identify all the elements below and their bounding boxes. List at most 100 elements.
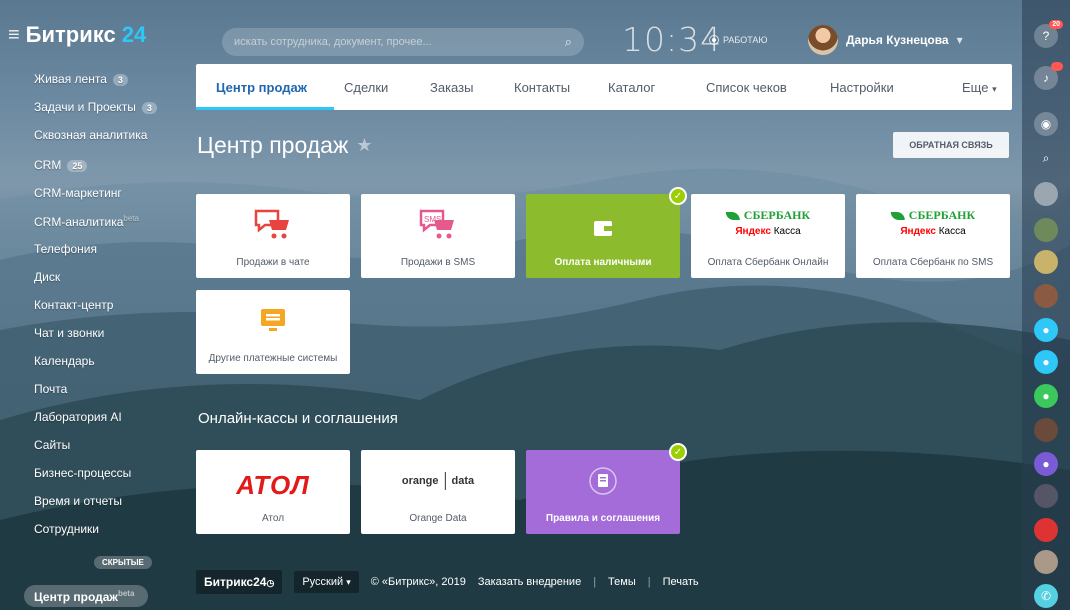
- monitor-icon: [261, 309, 285, 331]
- tab-receipts[interactable]: Список чеков: [706, 80, 787, 95]
- avatar[interactable]: [1034, 418, 1058, 442]
- sidebar-item-contact-center[interactable]: Контакт-центр: [34, 298, 113, 312]
- tile-sber-online[interactable]: СБЕРБАНК Яндекс Касса Оплата Сбербанк Он…: [691, 194, 845, 278]
- sidebar-item-sales-center[interactable]: Центр продажbeta: [24, 585, 148, 607]
- user-icon[interactable]: ●: [1034, 452, 1058, 476]
- top-tabs: Центр продаж Сделки Заказы Контакты Ката…: [196, 64, 1012, 110]
- sidebar-item-crm-marketing[interactable]: CRM-маркетинг: [34, 186, 122, 200]
- sidebar-item-employees[interactable]: Сотрудники: [34, 522, 99, 536]
- tile-other-payments[interactable]: Другие платежные системы: [196, 290, 350, 374]
- logo[interactable]: ≡ Битрикс 24: [8, 22, 146, 48]
- menu-icon[interactable]: ≡: [8, 24, 20, 47]
- tab-catalog[interactable]: Каталог: [608, 80, 655, 95]
- page-title: Центр продаж ★: [197, 132, 373, 159]
- avatar[interactable]: [1034, 518, 1058, 542]
- sidebar-item-telephony[interactable]: Телефония: [34, 242, 97, 256]
- tile-cash-payment[interactable]: Оплата наличными ✓: [526, 187, 687, 278]
- chat-icon[interactable]: ◉: [1034, 112, 1058, 136]
- tab-more[interactable]: Еще ▾: [962, 80, 997, 95]
- yandex-logo-text: Яндекс: [735, 226, 771, 237]
- language-label: Русский: [302, 576, 344, 588]
- sberbank-logo: СБЕРБАНК Яндекс Касса: [890, 208, 975, 237]
- avatar[interactable]: [1034, 284, 1058, 308]
- sidebar-item-disk[interactable]: Диск: [34, 270, 60, 284]
- footer-brand[interactable]: Битрикс24◷: [196, 570, 283, 594]
- user-icon[interactable]: ●: [1034, 350, 1058, 374]
- tab-sales-center[interactable]: Центр продаж: [216, 80, 307, 95]
- sber-logo-text: СБЕРБАНК: [743, 208, 811, 222]
- user-icon[interactable]: ●: [1034, 384, 1058, 408]
- sidebar-item-mail[interactable]: Почта: [34, 382, 67, 396]
- themes-link[interactable]: Темы: [608, 576, 636, 588]
- star-icon[interactable]: ★: [356, 135, 372, 156]
- sidebar-item-crm[interactable]: CRM 25: [34, 158, 88, 172]
- tile-atol[interactable]: АТОЛ Атол: [196, 450, 350, 534]
- help-icon[interactable]: ? 20: [1034, 20, 1063, 48]
- copyright: © «Битрикс», 2019: [370, 576, 466, 588]
- sidebar-item-ai-lab[interactable]: Лаборатория AI: [34, 410, 122, 424]
- clock-icon: ◷: [266, 578, 275, 588]
- phone-icon[interactable]: ✆: [1034, 584, 1058, 608]
- active-tab-indicator: [196, 107, 334, 110]
- checkmark-icon: ✓: [669, 443, 687, 461]
- feedback-button[interactable]: ОБРАТНАЯ СВЯЗЬ: [893, 132, 1009, 158]
- logo-number: 24: [121, 22, 147, 47]
- tile-sms-sales[interactable]: SMS Продажи в SMS: [361, 194, 515, 278]
- language-select[interactable]: Русский ▾: [294, 571, 359, 593]
- tab-orders[interactable]: Заказы: [430, 80, 473, 95]
- sidebar-item-chat[interactable]: Чат и звонки: [34, 326, 104, 340]
- sidebar-item-label: Календарь: [34, 354, 95, 368]
- work-status[interactable]: РАБОТАЮ: [709, 35, 768, 45]
- sidebar-item-feed[interactable]: Живая лента 3: [34, 72, 128, 86]
- sidebar-item-sites[interactable]: Сайты: [34, 438, 70, 452]
- sidebar-item-calendar[interactable]: Календарь: [34, 354, 95, 368]
- avatar[interactable]: [808, 25, 838, 55]
- orange-logo-text: orange: [401, 475, 439, 487]
- search-input[interactable]: искать сотрудника, документ, прочее... ⌕: [222, 28, 584, 56]
- tile-orange-data[interactable]: orange data Orange Data: [361, 450, 515, 534]
- sidebar-item-label: Сотрудники: [34, 522, 99, 536]
- clock: 10:34: [622, 20, 723, 59]
- hidden-items-toggle[interactable]: СКРЫТЫЕ: [94, 556, 152, 569]
- order-implementation-link[interactable]: Заказать внедрение: [478, 576, 581, 588]
- sidebar-item-tasks[interactable]: Задачи и Проекты 3: [34, 100, 157, 114]
- tab-settings[interactable]: Настройки: [830, 80, 894, 95]
- avatar[interactable]: [1034, 550, 1058, 574]
- sidebar-item-analytics[interactable]: Сквозная аналитика: [34, 128, 147, 142]
- sidebar-item-crm-analytics[interactable]: CRM-аналитикаbeta: [34, 214, 139, 229]
- avatar[interactable]: [1034, 250, 1058, 274]
- sidebar-item-label: Время и отчеты: [34, 494, 123, 508]
- sberbank-logo: СБЕРБАНК Яндекс Касса: [725, 208, 811, 237]
- atol-logo: АТОЛ: [236, 470, 310, 500]
- tile-chat-sales[interactable]: Продажи в чате: [196, 194, 350, 278]
- checkmark-icon: ✓: [669, 187, 687, 205]
- search-icon[interactable]: ⌕: [565, 34, 572, 50]
- avatar[interactable]: [1034, 182, 1058, 206]
- tile-sber-sms[interactable]: СБЕРБАНК Яндекс Касса Оплата Сбербанк по…: [856, 194, 1010, 278]
- search-placeholder: искать сотрудника, документ, прочее...: [234, 36, 432, 48]
- tile-label: Другие платежные системы: [208, 353, 338, 364]
- bell-icon[interactable]: ♪: [1034, 62, 1063, 90]
- tab-deals[interactable]: Сделки: [344, 80, 388, 95]
- avatar[interactable]: [1034, 218, 1058, 242]
- sidebar-item-bizproc[interactable]: Бизнес-процессы: [34, 466, 131, 480]
- footer: Битрикс24◷ Русский ▾ © «Битрикс», 2019 З…: [196, 570, 699, 594]
- sidebar: Живая лента 3 Задачи и Проекты 3 Сквозная …: [0, 62, 178, 610]
- right-rail: ? 20 ♪ ◉ ⌕ ● ● ● ● ✆: [1022, 0, 1070, 610]
- tile-rules[interactable]: Правила и соглашения ✓: [526, 443, 687, 534]
- user-menu[interactable]: Дарья Кузнецова ▾: [808, 25, 963, 55]
- avatar[interactable]: [1034, 484, 1058, 508]
- sidebar-item-time[interactable]: Время и отчеты: [34, 494, 122, 508]
- tile-label: Оплата Сбербанк Онлайн: [707, 257, 829, 268]
- counter-badge: 3: [141, 102, 157, 114]
- tile-label: Оплата наличными: [554, 257, 652, 268]
- data-logo-text: data: [451, 475, 475, 487]
- counter-badge: 25: [67, 160, 88, 172]
- tab-contacts[interactable]: Контакты: [514, 80, 570, 95]
- search-icon[interactable]: ⌕: [1034, 146, 1058, 170]
- sidebar-item-label: CRM: [34, 158, 62, 172]
- counter-badge: 3: [112, 74, 128, 86]
- print-link[interactable]: Печать: [663, 576, 699, 588]
- user-icon[interactable]: ●: [1034, 318, 1058, 342]
- tile-label: Оплата Сбербанк по SMS: [872, 257, 994, 268]
